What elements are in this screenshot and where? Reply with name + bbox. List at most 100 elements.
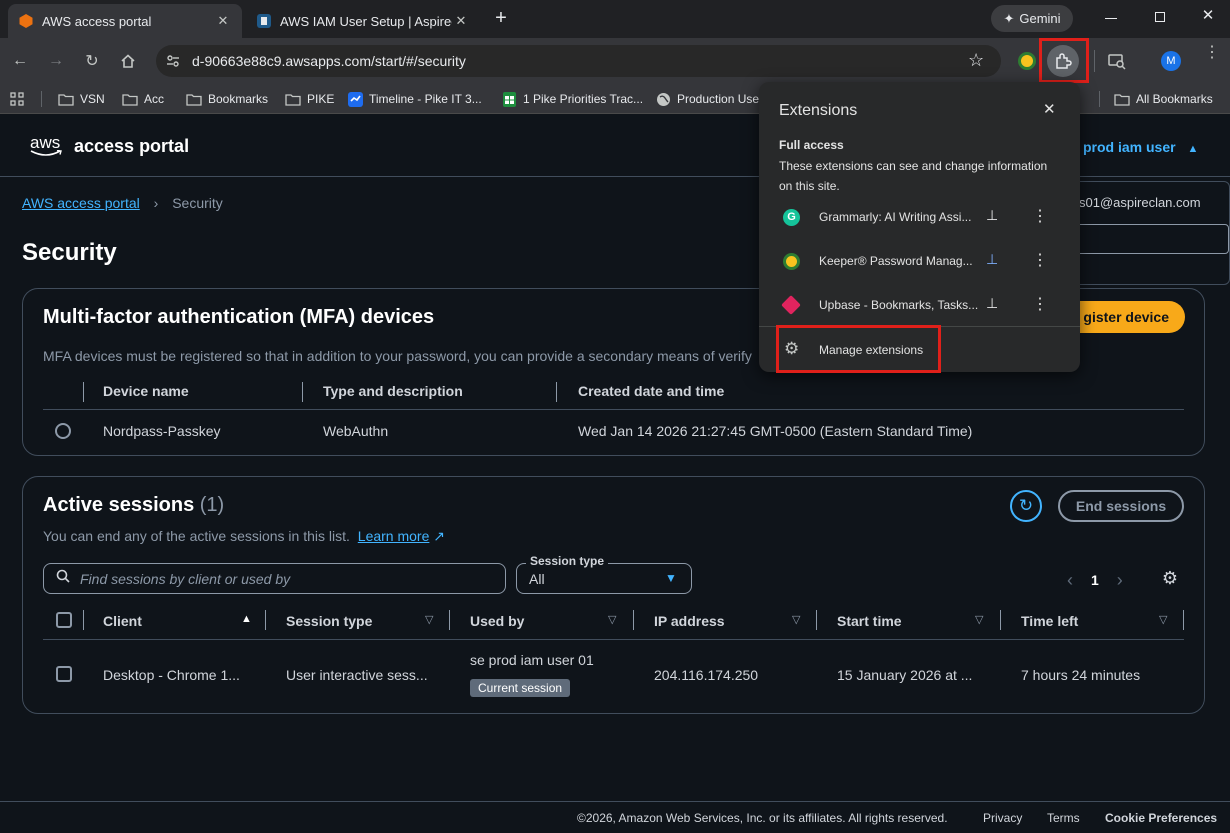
sort-icon[interactable]: ▽ xyxy=(608,613,616,626)
aws-logo[interactable]: aws xyxy=(30,133,64,157)
column-header-session-type[interactable]: Session type xyxy=(286,613,372,629)
mfa-description: MFA devices must be registered so that i… xyxy=(43,348,752,364)
sort-icon[interactable]: ▽ xyxy=(425,613,433,626)
sort-ascending-icon[interactable]: ▲ xyxy=(241,613,252,625)
more-options-icon[interactable]: ⋮ xyxy=(1032,294,1048,314)
bookmark-timeline[interactable]: Timeline - Pike IT 3... xyxy=(348,90,482,108)
bookmark-label: VSN xyxy=(80,92,105,106)
session-type-select[interactable]: Session type All ▼ xyxy=(516,554,692,594)
more-options-icon[interactable]: ⋮ xyxy=(1032,250,1048,270)
home-icon[interactable] xyxy=(114,47,142,75)
badge-label: Current session xyxy=(478,681,563,695)
dropdown-item[interactable] xyxy=(1071,254,1229,284)
gemini-button[interactable]: ✦ Gemini xyxy=(991,5,1073,32)
caret-down-icon: ▼ xyxy=(665,571,677,585)
footer-terms-link[interactable]: Terms xyxy=(1047,811,1080,825)
divider xyxy=(43,409,1184,410)
extension-name: Upbase - Bookmarks, Tasks... xyxy=(819,298,979,312)
sort-icon[interactable]: ▽ xyxy=(792,613,800,626)
register-device-button[interactable]: gister device xyxy=(1063,301,1185,333)
session-type: User interactive sess... xyxy=(286,667,428,683)
extension-keeper[interactable]: Keeper® Password Manag... ⊥ ⋮ xyxy=(759,240,1080,282)
tab-aws-access-portal[interactable]: AWS access portal ✕ xyxy=(8,4,242,38)
bookmark-bookmarks[interactable]: Bookmarks xyxy=(186,90,268,108)
bookmark-label: Acc xyxy=(144,92,165,106)
column-header-time-left[interactable]: Time left xyxy=(1021,613,1078,629)
session-used-by: se prod iam user 01 xyxy=(470,652,594,668)
select-all-checkbox[interactable] xyxy=(56,612,72,628)
bookmark-label: Timeline - Pike IT 3... xyxy=(369,92,482,106)
bookmark-star-icon[interactable]: ☆ xyxy=(968,50,984,71)
sort-icon[interactable]: ▽ xyxy=(1159,613,1167,626)
learn-more-link[interactable]: Learn more xyxy=(358,528,430,544)
bookmark-label: PIKE xyxy=(307,92,335,106)
maximize-button[interactable] xyxy=(1155,12,1165,22)
bookmark-vsn[interactable]: VSN xyxy=(58,90,105,108)
puzzle-highlight xyxy=(1039,38,1089,83)
device-type: WebAuthn xyxy=(323,423,389,439)
pinned-icon[interactable]: ⊥ xyxy=(986,251,998,268)
kebab-menu-icon[interactable]: ⋮ xyxy=(1204,45,1220,61)
user-menu-button[interactable]: prod iam user ▲ xyxy=(1083,139,1198,155)
column-header-ip-address[interactable]: IP address xyxy=(654,613,725,629)
register-device-label: gister device xyxy=(1083,309,1169,325)
pin-icon[interactable]: ⊥ xyxy=(986,207,998,224)
close-tab-icon[interactable]: ✕ xyxy=(452,12,470,30)
keeper-extension-icon[interactable] xyxy=(1018,52,1036,70)
full-access-heading: Full access xyxy=(779,138,844,152)
column-header-start-time[interactable]: Start time xyxy=(837,613,902,629)
column-header-device-name: Device name xyxy=(103,383,189,399)
next-page-icon[interactable]: › xyxy=(1117,570,1123,591)
back-arrow-icon[interactable]: ← xyxy=(6,47,34,75)
refresh-button[interactable]: ↻ xyxy=(1010,490,1042,522)
bookmark-pike-priorities[interactable]: 1 Pike Priorities Trac... xyxy=(502,90,643,108)
apps-grid-icon[interactable] xyxy=(10,90,24,108)
reload-icon[interactable]: ↻ xyxy=(78,47,106,75)
extension-upbase[interactable]: Upbase - Bookmarks, Tasks... ⊥ ⋮ xyxy=(759,284,1080,326)
breadcrumb-current: Security xyxy=(172,195,223,211)
all-bookmarks[interactable]: All Bookmarks xyxy=(1114,90,1213,108)
tab-aws-iam-user-setup[interactable]: AWS IAM User Setup | Aspirecla ✕ xyxy=(246,4,480,38)
settings-gear-icon[interactable]: ⚙ xyxy=(1159,568,1181,590)
site-info-icon[interactable] xyxy=(165,53,181,69)
column-header-type: Type and description xyxy=(323,383,463,399)
footer-copyright: ©2026, Amazon Web Services, Inc. or its … xyxy=(577,811,948,825)
column-header-client[interactable]: Client xyxy=(103,613,142,629)
url-text: d-90663e88c9.awsapps.com/start/#/securit… xyxy=(192,53,466,69)
new-tab-button[interactable]: + xyxy=(490,6,512,30)
sessions-title: Active sessions (1) xyxy=(43,494,224,517)
footer-cookies-link[interactable]: Cookie Preferences xyxy=(1105,811,1217,825)
close-window-button[interactable]: ✕ xyxy=(1198,6,1218,26)
column-header-used-by[interactable]: Used by xyxy=(470,613,524,629)
search-input[interactable]: Find sessions by client or used by xyxy=(43,563,506,594)
mfa-title: Multi-factor authentication (MFA) device… xyxy=(43,306,435,328)
user-menu-label: prod iam user xyxy=(1083,139,1176,155)
sort-icon[interactable]: ▽ xyxy=(975,613,983,626)
bookmark-pike[interactable]: PIKE xyxy=(285,90,334,108)
pin-icon[interactable]: ⊥ xyxy=(986,295,998,312)
dropdown-item[interactable] xyxy=(1071,224,1229,254)
folder-icon xyxy=(58,93,74,106)
session-ip: 204.116.174.250 xyxy=(654,667,759,683)
breadcrumb-root-link[interactable]: AWS access portal xyxy=(22,195,140,211)
footer-privacy-link[interactable]: Privacy xyxy=(983,811,1022,825)
profile-initial: M xyxy=(1166,55,1176,67)
tab-search-icon[interactable] xyxy=(1107,51,1127,71)
profile-avatar[interactable]: M xyxy=(1161,51,1181,71)
end-sessions-button[interactable]: End sessions xyxy=(1058,490,1184,522)
more-options-icon[interactable]: ⋮ xyxy=(1032,206,1048,226)
upbase-icon xyxy=(781,295,801,315)
sessions-table: Client ▲ Session type ▽ Used by ▽ IP add… xyxy=(43,610,1184,710)
close-tab-icon[interactable]: ✕ xyxy=(214,12,232,30)
minimize-button[interactable] xyxy=(1103,9,1119,25)
extension-grammarly[interactable]: G Grammarly: AI Writing Assi... ⊥ ⋮ xyxy=(759,196,1080,238)
bookmark-acc[interactable]: Acc xyxy=(122,90,164,108)
row-checkbox[interactable] xyxy=(56,666,72,682)
prev-page-icon[interactable]: ‹ xyxy=(1067,570,1073,591)
bookmark-production-use[interactable]: Production Use xyxy=(656,90,759,108)
address-bar[interactable]: d-90663e88c9.awsapps.com/start/#/securit… xyxy=(156,45,1001,77)
close-popup-icon[interactable]: ✕ xyxy=(1043,100,1056,118)
page-number[interactable]: 1 xyxy=(1091,572,1099,588)
forward-arrow-icon[interactable]: → xyxy=(42,47,70,75)
device-radio[interactable] xyxy=(55,423,71,439)
